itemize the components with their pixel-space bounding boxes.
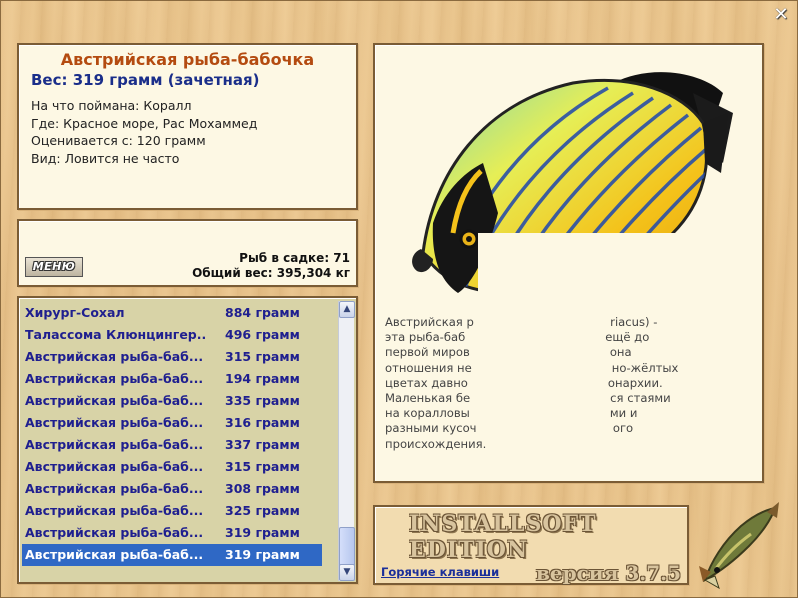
description-line: на коралловы ми и [385,406,638,421]
list-item[interactable]: Австрийская рыба-баб... 325 грамм [22,500,322,522]
total-weight: Общий вес: 395,304 кг [192,266,350,280]
list-item-weight: 335 грамм [225,393,300,408]
butterflyfish-image [412,72,733,303]
stats-panel: МЕНЮ Рыб в садке: 71 Общий вес: 395,304 … [17,219,358,287]
menu-button[interactable]: МЕНЮ [25,257,83,277]
list-item-name: Австрийская рыба-баб... [25,503,204,518]
list-item-weight: 308 грамм [225,481,300,496]
rated-from-row: Оценивается с: 120 грамм [31,133,206,148]
species-row: Вид: Ловится не часто [31,150,180,166]
list-item-name: Австрийская рыба-баб... [25,525,204,540]
list-item[interactable]: Австрийская рыба-баб... 315 грамм [22,456,322,478]
list-item[interactable]: Австрийская рыба-баб... 316 грамм [22,412,322,434]
list-item[interactable]: Австрийская рыба-баб... 319 грамм [22,544,322,566]
list-item-weight: 316 грамм [225,415,300,430]
list-item-weight: 194 грамм [225,371,300,386]
list-item-name: Австрийская рыба-баб... [25,371,204,386]
close-icon[interactable]: ✕ [772,6,790,24]
hotkeys-link[interactable]: Горячие клавиши [381,565,499,579]
description-line: первой миров она [385,345,632,360]
fish-description: Австрийская р riacus) - эта рыба-баб ещё … [385,315,747,452]
list-item-weight: 884 грамм [225,305,300,320]
list-item-name: Австрийская рыба-баб... [25,415,204,430]
version-label: версия 3.7.5 [535,561,681,585]
description-line: разными кусоч ого [385,421,634,436]
fish-weight: Вес: 319 грамм (зачетная) [31,71,260,89]
location-row: Где: Красное море, Рас Мохаммед [31,115,258,131]
list-item[interactable]: Австрийская рыба-баб... 308 грамм [22,478,322,500]
species-value: Ловится не часто [64,150,180,166]
rated-from-value: 120 грамм [136,133,206,148]
catch-list[interactable]: Хирург-Сохал 884 грамм Талассома Клюнцинге… [17,296,358,584]
list-item[interactable]: Австрийская рыба-баб... 319 грамм [22,522,322,544]
pike-logo-icon [699,502,779,590]
description-line: отношения не но-жёлтых [385,360,679,375]
list-item-weight: 315 грамм [225,459,300,474]
description-line: Маленькая бе ся стаями [385,391,671,406]
caught-on-value: Коралл [143,98,192,113]
description-line: происхождения. [385,436,487,451]
list-item[interactable]: Хирург-Сохал 884 грамм [22,302,322,324]
list-item-weight: 325 грамм [225,503,300,518]
list-item-name: Австрийская рыба-баб... [25,349,204,364]
fish-name: Австрийская рыба-бабочка [60,50,315,69]
list-item-weight: 319 грамм [225,547,300,562]
scroll-thumb[interactable] [339,527,355,567]
list-item-weight: 319 грамм [225,525,300,540]
fish-picture-panel: Австрийская р riacus) - эта рыба-баб ещё … [373,43,764,483]
edition-label: INSTALLSOFT EDITION [409,511,597,563]
scroll-down-button[interactable]: ▼ [339,564,355,581]
location-value: Красное море, Рас Мохаммед [63,115,258,131]
list-item[interactable]: Австрийская рыба-баб... 335 грамм [22,390,322,412]
fish-in-cage: Рыб в садке: 71 [239,251,350,265]
list-item-name: Талассома Клюнцингер... [25,327,205,342]
list-item[interactable]: Австрийская рыба-баб... 194 грамм [22,368,322,390]
list-item-name: Австрийская рыба-баб... [25,393,204,408]
list-item-weight: 315 грамм [225,349,300,364]
description-line: цветах давно онархии. [385,375,663,390]
fish-info-panel: Австрийская рыба-бабочка Вес: 319 грамм … [17,43,358,210]
list-item-name: Австрийская рыба-баб... [25,547,204,562]
list-item-name: Австрийская рыба-баб... [25,481,204,496]
scrollbar[interactable]: ▲ ▼ [338,301,355,581]
list-item[interactable]: Талассома Клюнцингер... 496 грамм [22,324,322,346]
list-item-name: Австрийская рыба-баб... [25,459,204,474]
list-item-name: Австрийская рыба-баб... [25,437,204,452]
list-item[interactable]: Австрийская рыба-баб... 337 грамм [22,434,322,456]
list-item[interactable]: Австрийская рыба-баб... 315 грамм [22,346,322,368]
scroll-up-button[interactable]: ▲ [339,301,355,318]
description-line: Австрийская р riacus) - [385,315,658,329]
description-line: эта рыба-баб ещё до [385,330,650,345]
catch-list-rows: Хирург-Сохал 884 грамм Талассома Клюнцинге… [22,302,322,566]
footer-panel: INSTALLSOFT EDITION Горячие клавиши верс… [373,505,689,585]
list-item-weight: 496 грамм [225,327,300,342]
caught-on-row: На что поймана: Коралл [31,98,192,113]
list-item-weight: 337 грамм [225,437,300,452]
list-item-name: Хирург-Сохал [25,305,125,320]
